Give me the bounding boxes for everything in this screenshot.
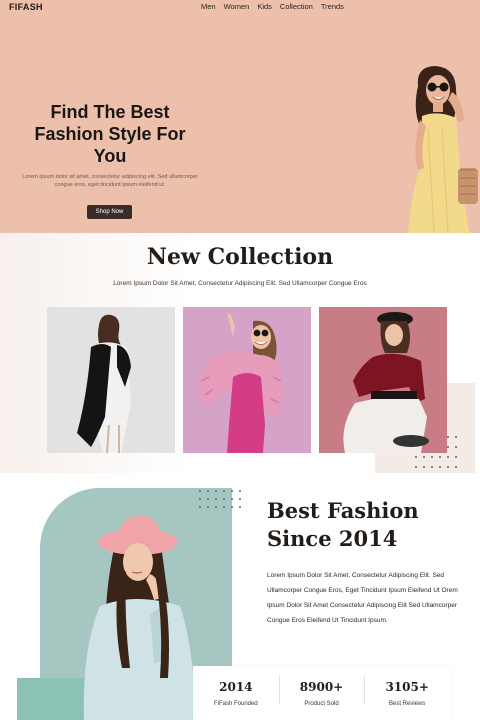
hero-title: Find The Best Fashion Style For You [34,102,186,166]
collection-image-1 [47,307,175,453]
nav-item-collection[interactable]: Collection [280,2,313,11]
stat-founded-value: 2014 [219,680,253,694]
stat-founded: 2014 FiFash Founded [193,666,279,720]
stat-products-value: 8900+ [299,680,344,694]
stat-founded-label: FiFash Founded [213,701,258,707]
hero-section: FIFASH Men Women Kids Collection Trends … [0,0,480,233]
brand-logo[interactable]: FIFASH [9,2,43,12]
collection-subtitle: Lorem Ipsum Dolor Sit Amet, Consectetur … [113,280,367,287]
collection-card-3[interactable] [319,307,447,453]
hero-model-image [408,66,478,233]
main-nav: Men Women Kids Collection Trends [201,2,344,11]
collection-image-2 [183,307,311,453]
about-title-line-1: Best Fashion [267,498,419,523]
new-collection-section: New Collection Lorem Ipsum Dolor Sit Ame… [0,233,480,478]
collection-card-1[interactable] [47,307,175,453]
about-title-line-2: Since 2014 [267,526,398,551]
about-description: Lorem Ipsum Dolor Sit Amet, Consectetur … [267,572,458,624]
stat-reviews-value: 3105+ [385,680,429,694]
stats-bar: 2014 FiFash Founded 8900+ Product Sold 3… [193,666,450,720]
about-title: Best Fashion Since 2014 [267,497,467,553]
nav-item-men[interactable]: Men [201,2,216,11]
about-model-image [83,516,196,720]
hero-subtitle: Lorem ipsum dolor sit amet, consectetur … [22,174,198,188]
nav-item-women[interactable]: Women [224,2,250,11]
collection-card-2[interactable] [183,307,311,453]
stat-products: 8900+ Product Sold [278,666,365,720]
collection-image-3 [319,307,447,453]
stat-reviews: 3105+ Best Reviews [364,666,450,720]
shop-now-button[interactable]: Shop Now [87,205,132,219]
nav-item-kids[interactable]: Kids [257,2,272,11]
nav-item-trends[interactable]: Trends [321,2,344,11]
collection-title: New Collection [146,244,334,270]
stat-products-label: Product Sold [304,701,339,707]
about-section: Best Fashion Since 2014 Lorem Ipsum Dolo… [0,473,480,720]
stat-reviews-label: Best Reviews [389,701,426,707]
